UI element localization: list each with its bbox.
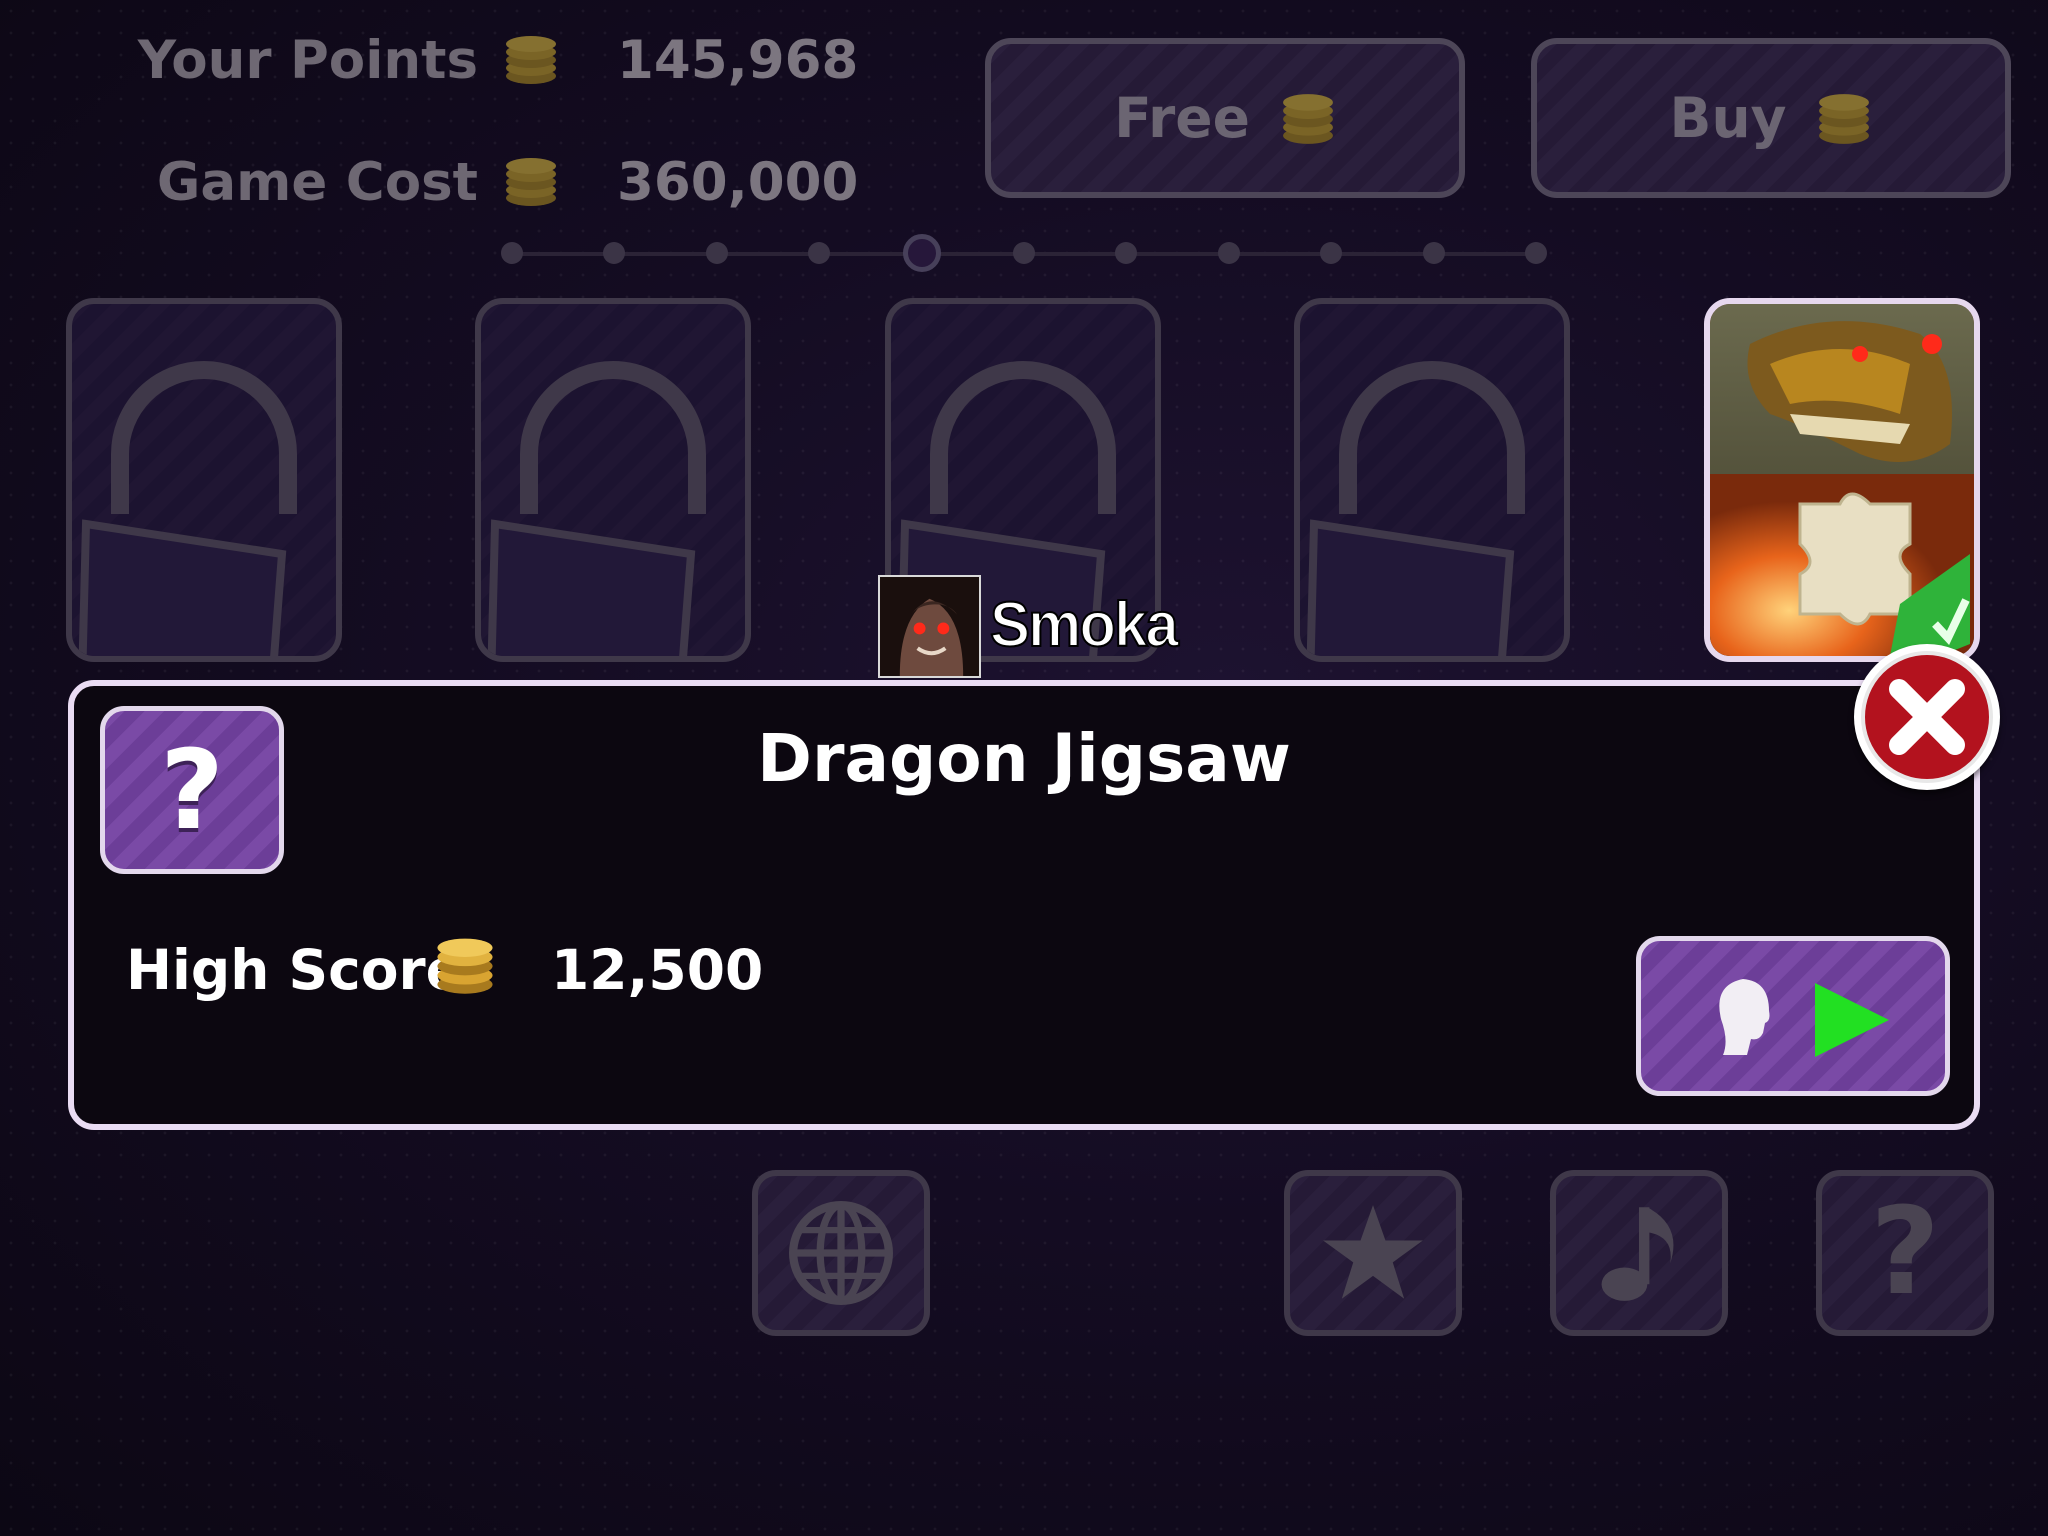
coin-icon <box>506 158 556 206</box>
page-dot-active[interactable] <box>902 234 941 272</box>
page-dot[interactable] <box>501 242 523 264</box>
points-value: 145,968 <box>617 30 859 91</box>
music-button[interactable] <box>1550 1170 1728 1336</box>
high-score-label: High Score <box>126 938 463 1002</box>
level-card-dragon[interactable] <box>1704 298 1980 662</box>
profile-name: Smoka <box>989 588 1180 660</box>
high-score-value: 12,500 <box>551 938 764 1002</box>
cost-label: Game Cost <box>156 152 478 213</box>
dragon-artwork <box>1710 304 1974 656</box>
page-dot[interactable] <box>705 242 728 264</box>
page-dot[interactable] <box>1115 242 1138 264</box>
favorites-button[interactable] <box>1284 1170 1462 1336</box>
page-dot[interactable] <box>603 242 626 264</box>
avatar-image <box>880 577 979 676</box>
page-dot[interactable] <box>1525 242 1547 264</box>
points-label: Your Points <box>137 30 478 91</box>
avatar[interactable] <box>878 575 981 678</box>
page-dot[interactable] <box>1013 242 1035 264</box>
globe-icon <box>789 1201 893 1305</box>
question-icon: ? <box>1870 1183 1940 1322</box>
coin-icon <box>1819 94 1870 144</box>
buy-button-label: Buy <box>1669 86 1787 150</box>
lock-icon <box>78 361 297 656</box>
player-head-icon <box>1719 979 1770 1055</box>
level-card-locked[interactable] <box>66 298 342 662</box>
page-dot[interactable] <box>1320 242 1343 264</box>
buy-button[interactable]: Buy <box>1531 38 2011 198</box>
close-icon <box>1861 651 1993 783</box>
cost-value: 360,000 <box>617 152 859 213</box>
help-toolbar-button[interactable]: ? <box>1816 1170 1994 1336</box>
globe-button[interactable] <box>752 1170 930 1336</box>
close-button[interactable] <box>1854 644 2000 790</box>
star-icon <box>1323 1205 1423 1299</box>
lock-icon <box>487 361 706 656</box>
page-dot[interactable] <box>808 242 831 264</box>
lock-icon <box>1306 361 1525 656</box>
level-card-locked[interactable] <box>475 298 751 662</box>
page-dot[interactable] <box>1422 242 1445 264</box>
level-card-locked[interactable] <box>1294 298 1570 662</box>
play-icon <box>1815 983 1889 1057</box>
free-button[interactable]: Free <box>985 38 1465 198</box>
page-dot[interactable] <box>1217 242 1240 264</box>
music-note-icon <box>1601 1207 1674 1301</box>
coin-icon <box>437 938 493 994</box>
coin-icon <box>506 36 556 84</box>
play-single-player-button[interactable] <box>1636 936 1950 1096</box>
free-button-label: Free <box>1114 86 1250 150</box>
dialog-title: Dragon Jigsaw <box>757 720 1291 797</box>
coin-icon <box>1283 94 1333 144</box>
